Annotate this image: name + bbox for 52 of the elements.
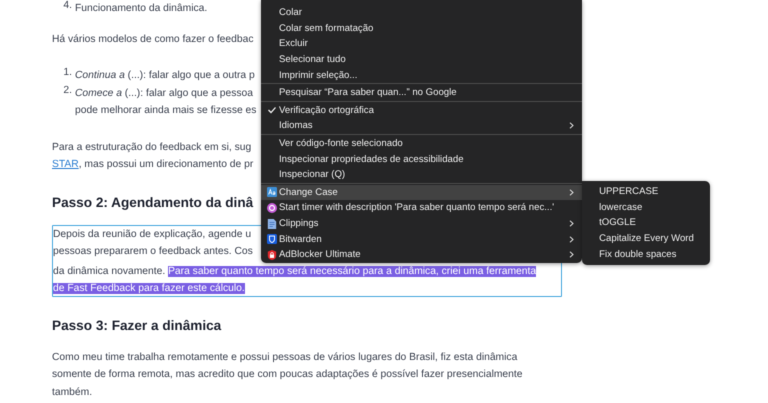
shield-icon xyxy=(267,234,277,244)
list-item-text: Continua a (...): falar algo que a outra p xyxy=(75,69,255,83)
menu-item[interactable]: Change Case xyxy=(261,184,582,200)
menu-item[interactable]: Clippings xyxy=(261,216,582,232)
chevron-icon xyxy=(569,220,574,228)
letters-icon xyxy=(267,187,277,198)
menu-item[interactable]: Bitwarden xyxy=(261,231,582,247)
menu-item[interactable]: Start timer with description 'Para saber quanto tempo será nec...' xyxy=(261,200,582,216)
menu-item[interactable]: lowercase xyxy=(582,200,710,216)
paragraph-text: também. xyxy=(52,386,92,398)
paragraph-text: da dinâmica novamente. xyxy=(53,266,166,276)
list-item-text: Funcionamento da dinâmica. xyxy=(75,2,208,16)
paragraph-text: pessoas prepararem o feedback antes. Cos xyxy=(53,246,253,257)
paragraph-text: Como meu time trabalha remotamente e possui pessoas de vários lugares do Brasil, fiz esta dinâmica xyxy=(52,352,518,362)
menu-item[interactable]: AdBlocker Ultimate xyxy=(261,246,582,262)
chevron-icon xyxy=(569,236,574,243)
menu-item[interactable]: Colar xyxy=(261,5,582,21)
paragraph-text: somente de forma remota, mas acredito que com poucas adaptações é possível fazer presencialmente xyxy=(52,369,522,380)
menu-item[interactable]: UPPERCASE xyxy=(582,184,710,200)
menu-item[interactable]: Idiomas xyxy=(261,118,582,134)
menu-item[interactable]: Pesquisar “Para saber quan...” no Google xyxy=(261,84,582,101)
paragraph-text: Para a estruturação do feedback em si, sug xyxy=(52,142,252,152)
timer-icon xyxy=(267,202,277,213)
chevron-icon xyxy=(569,122,574,130)
menu-item[interactable]: Verificação ortográfica xyxy=(261,102,582,118)
paragraph-text: , mas possui um direcionamento de pr xyxy=(78,159,254,170)
menu-item[interactable]: Selecionar tudo xyxy=(261,52,582,68)
lock-icon xyxy=(267,250,277,260)
menu-item[interactable]: Excluir xyxy=(261,36,582,52)
list-number: 4. xyxy=(62,0,73,13)
menu-item[interactable]: Colar sem formatação xyxy=(261,20,582,36)
list-item-text: Comece a (...): falar algo que a pessoa xyxy=(75,86,254,100)
menu-item[interactable]: Imprimir seleção... xyxy=(261,67,582,83)
list-number: 1. xyxy=(62,67,73,80)
menu-item[interactable]: Capitalize Every Word xyxy=(582,230,710,246)
list-item-text: pode melhorar ainda mais se fizesse es xyxy=(75,104,256,118)
selected-text: de Fast Feedback para fazer este cálculo. xyxy=(53,283,245,294)
menu-item[interactable]: Fix double spaces xyxy=(582,246,710,262)
paragraph-text: Há vários modelos de como fazer o feedbac xyxy=(52,34,254,44)
document-icon xyxy=(267,218,277,229)
menu-item[interactable]: tOGGLE xyxy=(582,215,710,231)
star-link[interactable]: STAR xyxy=(52,159,79,170)
menu-item[interactable]: Ver código-fonte selecionado xyxy=(261,136,582,152)
menu-item[interactable]: Inspecionar (Q) xyxy=(261,166,582,183)
section-heading: Passo 2: Agendamento da dinâ xyxy=(52,194,254,212)
section-heading: Passo 3: Fazer a dinâmica xyxy=(52,316,222,334)
paragraph-text: Depois da reunião de explicação, agende u xyxy=(53,228,252,240)
chevron-icon xyxy=(569,251,574,258)
selected-text: Para saber quanto tempo será necessário para a dinâmica, criei uma ferramenta xyxy=(168,266,536,276)
menu-item[interactable]: Inspecionar propriedades de acessibilidade xyxy=(261,151,582,167)
list-number: 2. xyxy=(62,84,73,98)
chevron-icon xyxy=(569,188,574,196)
